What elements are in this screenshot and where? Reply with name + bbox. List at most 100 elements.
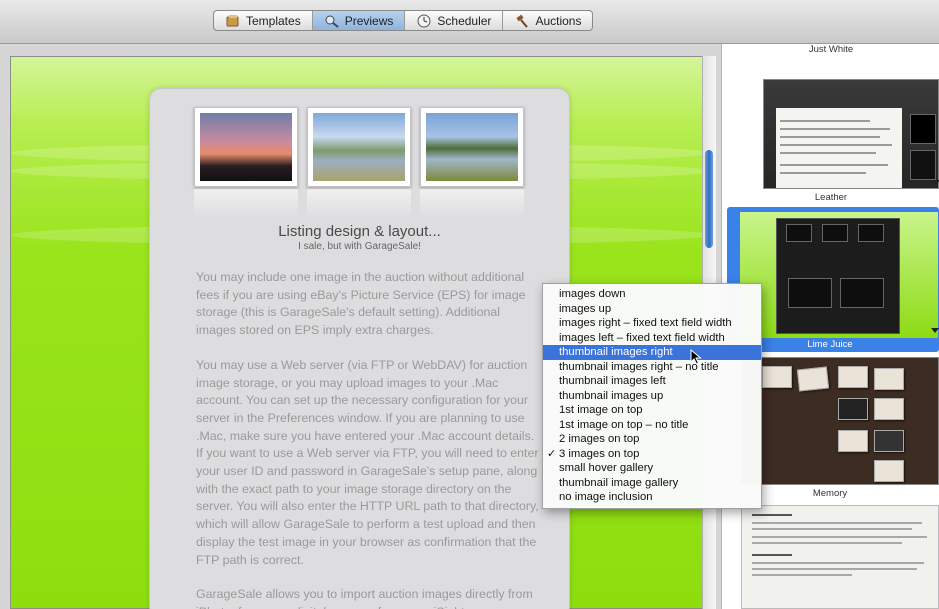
text-line <box>780 128 890 130</box>
menu-item-label: images right – fixed text field width <box>559 317 732 329</box>
text-line <box>752 542 902 544</box>
tab-previews-label: Previews <box>344 13 394 28</box>
tab-templates-label: Templates <box>246 13 301 28</box>
tab-previews[interactable]: Previews <box>312 11 406 30</box>
checkmark-icon: ✓ <box>547 447 557 460</box>
listing-card: Listing design & layout... I sale, but w… <box>149 88 570 609</box>
memory-tile <box>762 366 792 388</box>
text-line <box>780 172 866 174</box>
image-layout-menu: images down images up images right – fix… <box>542 283 762 509</box>
menu-item-label: 2 images on top <box>559 433 640 445</box>
text-line <box>752 528 912 530</box>
thumbnail-image[interactable] <box>307 107 411 187</box>
preview-scroll-thumb[interactable] <box>705 150 713 248</box>
thumbnail-image[interactable] <box>420 107 524 187</box>
memory-tile <box>874 460 904 482</box>
listing-subtitle: I sale, but with GarageSale! <box>298 241 421 252</box>
menu-item-thumbnail-image-gallery[interactable]: thumbnail image gallery <box>543 476 761 491</box>
lake-photo <box>313 113 405 181</box>
menu-item-images-down[interactable]: images down <box>543 287 761 302</box>
menu-item-1st-image-on-top[interactable]: 1st image on top <box>543 403 761 418</box>
mouse-pointer-icon <box>690 349 702 365</box>
menu-item-label: thumbnail image gallery <box>559 476 679 489</box>
scroll-arrow-icon <box>931 328 939 333</box>
text-line <box>780 144 892 146</box>
previews-icon <box>325 15 339 28</box>
listing-description: You may include one image in the auction… <box>196 269 541 609</box>
memory-tile <box>838 430 868 452</box>
tab-auctions[interactable]: Auctions <box>503 11 592 30</box>
description-paragraph: You may use a Web server (via FTP or Web… <box>196 357 539 567</box>
menu-item-2-images-on-top[interactable]: 2 images on top <box>543 432 761 447</box>
memory-tile <box>838 366 868 388</box>
template-thumb-leather[interactable] <box>763 79 939 189</box>
menu-item-thumbnail-images-right-no-title[interactable]: thumbnail images right – no title <box>543 360 761 375</box>
text-line <box>752 574 852 576</box>
thumbnail-image[interactable] <box>194 107 298 187</box>
menu-item-label: images up <box>559 302 612 315</box>
lime-tile <box>822 224 848 242</box>
marsh-photo <box>426 113 518 181</box>
toolbar: Templates Previews Scheduler Auctions <box>0 0 939 44</box>
text-line <box>752 554 792 556</box>
scheduler-icon <box>417 14 431 27</box>
tab-scheduler[interactable]: Scheduler <box>405 11 504 30</box>
text-line <box>752 514 792 516</box>
memory-tile <box>874 398 904 420</box>
menu-item-label: 3 images on top <box>559 447 640 460</box>
text-line <box>752 562 924 564</box>
template-label-just-white: Just White <box>808 44 854 55</box>
text-line <box>780 136 880 138</box>
menu-item-label: 1st image on top <box>559 404 643 416</box>
scroll-arrow-icon <box>932 180 939 185</box>
description-paragraph: GarageSale allows you to import auction … <box>196 587 533 609</box>
menu-item-images-right-fixed[interactable]: images right – fixed text field width <box>543 316 761 331</box>
menu-item-label: images left – fixed text field width <box>559 331 725 344</box>
templates-icon <box>226 14 239 26</box>
memory-tile <box>874 430 904 452</box>
memory-tile <box>796 366 830 392</box>
memory-tile <box>838 398 868 420</box>
template-thumb-lime-juice[interactable] <box>739 211 939 339</box>
menu-item-small-hover-gallery[interactable]: small hover gallery <box>543 461 761 476</box>
menu-item-thumbnail-images-up[interactable]: thumbnail images up <box>543 389 761 404</box>
menu-item-images-up[interactable]: images up <box>543 302 761 317</box>
thumbnail-reflection <box>194 189 298 219</box>
view-segmented-control: Templates Previews Scheduler Auctions <box>213 10 594 31</box>
sunset-photo <box>200 113 292 181</box>
menu-item-3-images-on-top[interactable]: ✓ 3 images on top <box>543 447 761 462</box>
thumbnail-reflection <box>307 189 411 219</box>
menu-item-label: small hover gallery <box>559 462 654 474</box>
text-line <box>780 164 888 166</box>
listing-title: Listing design & layout... <box>278 223 441 240</box>
text-line <box>752 536 927 538</box>
menu-item-label: no image inclusion <box>559 491 653 503</box>
text-line <box>780 152 876 154</box>
auctions-icon <box>516 14 529 28</box>
text-line <box>752 522 922 524</box>
text-line <box>780 120 870 122</box>
menu-item-label: images down <box>559 288 626 300</box>
leather-photo <box>910 150 936 180</box>
template-thumb-newsprint[interactable] <box>741 505 939 609</box>
thumbnail-reflection <box>420 189 524 219</box>
menu-item-label: thumbnail images up <box>559 389 664 402</box>
menu-item-images-left-fixed[interactable]: images left – fixed text field width <box>543 331 761 346</box>
template-thumb-memory[interactable] <box>741 357 939 485</box>
tab-templates[interactable]: Templates <box>214 11 313 30</box>
lime-tile <box>858 224 884 242</box>
lime-tile <box>788 278 832 308</box>
leather-photo <box>910 114 936 144</box>
menu-item-label: 1st image on top – no title <box>559 418 689 431</box>
menu-item-no-image-inclusion[interactable]: no image inclusion <box>543 490 761 505</box>
menu-item-label: thumbnail images right <box>559 346 673 358</box>
lime-tile <box>840 278 884 308</box>
menu-item-1st-image-on-top-no-title[interactable]: 1st image on top – no title <box>543 418 761 433</box>
memory-tile <box>874 368 904 390</box>
tab-auctions-label: Auctions <box>535 13 582 28</box>
text-line <box>752 568 917 570</box>
description-paragraph: You may include one image in the auction… <box>196 270 526 338</box>
menu-item-thumbnail-images-right[interactable]: thumbnail images right <box>543 345 761 360</box>
tab-scheduler-label: Scheduler <box>437 13 492 28</box>
menu-item-thumbnail-images-left[interactable]: thumbnail images left <box>543 374 761 389</box>
